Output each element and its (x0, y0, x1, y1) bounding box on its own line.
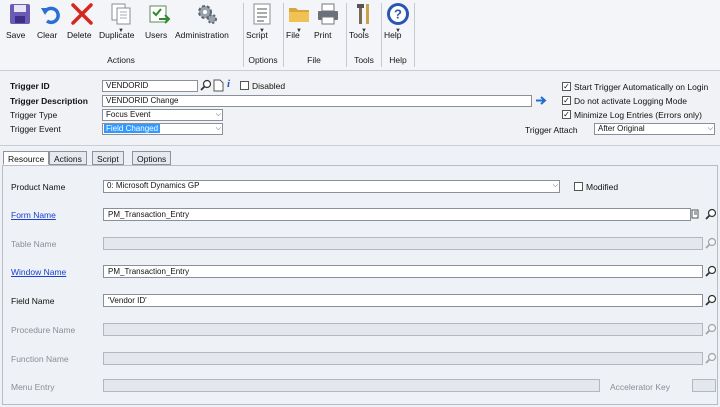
print-button[interactable]: Print (314, 2, 342, 40)
ribbon-toolbar: Save Clear Delete Duplicate ▼ Users Admi… (0, 0, 720, 71)
lookup-icon[interactable] (704, 294, 718, 307)
start-trigger-label: Start Trigger Automatically on Login (574, 82, 709, 92)
arrow-right-icon[interactable] (535, 94, 547, 107)
delete-icon (70, 2, 94, 26)
trigger-type-label: Trigger Type (10, 110, 58, 120)
duplicate-icon (109, 2, 133, 26)
table-name-field (103, 237, 703, 250)
group-separator (414, 3, 415, 67)
folder-icon (287, 2, 311, 26)
trigger-description-field[interactable]: VENDORID Change (102, 95, 532, 107)
trigger-header: Trigger ID VENDORID i Disabled Trigger D… (0, 72, 720, 146)
tools-icon (352, 2, 376, 26)
trigger-id-label: Trigger ID (10, 81, 50, 91)
product-name-value: 0: Microsoft Dynamics GP (107, 181, 200, 190)
save-button[interactable]: Save (6, 2, 34, 40)
clear-button[interactable]: Clear (37, 2, 65, 40)
expand-icon[interactable] (691, 208, 705, 221)
table-name-label: Table Name (11, 239, 57, 249)
chevron-down-icon: ⌵ (552, 182, 558, 189)
script-button[interactable]: Script ▼ (246, 2, 278, 40)
trigger-event-dropdown[interactable]: Field Changed ⌵ (102, 123, 223, 135)
chevron-down-icon: ⌵ (215, 111, 221, 118)
window-name-link[interactable]: Window Name (11, 267, 66, 277)
form-name-link[interactable]: Form Name (11, 210, 56, 220)
help-button[interactable]: ? Help ▼ (384, 2, 412, 40)
product-name-dropdown[interactable]: 0: Microsoft Dynamics GP ⌵ (103, 180, 560, 193)
field-name-field[interactable]: 'Vendor ID' (103, 294, 703, 307)
trigger-attach-dropdown[interactable]: After Original ⌵ (594, 123, 715, 135)
svg-text:?: ? (394, 7, 402, 22)
group-label-actions: Actions (107, 55, 135, 65)
window-name-field[interactable]: PM_Transaction_Entry (103, 265, 703, 278)
trigger-type-dropdown[interactable]: Focus Event ⌵ (102, 109, 223, 121)
trigger-attach-value: After Original (598, 124, 645, 133)
minimize-log-checkbox[interactable]: ✓ (562, 110, 571, 119)
file-button[interactable]: File ▼ (286, 2, 312, 40)
group-label-help: Help (389, 55, 407, 65)
trigger-event-value: Field Changed (104, 124, 161, 133)
lookup-icon[interactable] (200, 79, 212, 92)
users-button[interactable]: Users (145, 2, 173, 40)
tools-button[interactable]: Tools ▼ (349, 2, 379, 40)
group-label-file: File (307, 55, 321, 65)
trigger-event-label: Trigger Event (10, 124, 61, 134)
lookup-icon (704, 323, 718, 336)
procedure-name-field (103, 323, 703, 336)
group-label-options: Options (248, 55, 278, 65)
administration-button[interactable]: Administration (175, 2, 239, 40)
function-name-field (103, 352, 703, 365)
script-icon (250, 2, 274, 26)
menu-entry-field (103, 379, 600, 392)
no-logging-checkbox[interactable]: ✓ (562, 96, 571, 105)
product-name-label: Product Name (11, 182, 66, 192)
undo-icon (39, 2, 63, 26)
lookup-icon (704, 352, 718, 365)
new-document-icon[interactable] (213, 79, 224, 92)
delete-button[interactable]: Delete (67, 2, 97, 40)
modified-checkbox[interactable] (574, 182, 583, 191)
tab-options[interactable]: Options (132, 151, 172, 165)
trigger-type-value: Focus Event (106, 110, 151, 119)
help-icon: ? (386, 2, 410, 26)
minimize-log-label: Minimize Log Entries (Errors only) (574, 110, 703, 120)
no-logging-label: Do not activate Logging Mode (574, 96, 687, 106)
chevron-down-icon: ⌵ (215, 125, 221, 132)
users-icon (147, 2, 171, 26)
save-icon (8, 2, 32, 26)
trigger-description-label: Trigger Description (10, 96, 88, 106)
lookup-icon[interactable] (704, 265, 718, 278)
chevron-down-icon: ⌵ (707, 125, 713, 132)
tab-actions[interactable]: Actions (49, 151, 87, 165)
trigger-id-field[interactable]: VENDORID (102, 80, 198, 92)
menu-entry-label: Menu Entry (11, 382, 55, 392)
info-icon[interactable]: i (227, 78, 230, 90)
disabled-checkbox[interactable] (240, 81, 249, 90)
lookup-icon (704, 237, 718, 250)
duplicate-button[interactable]: Duplicate ▼ (99, 2, 143, 40)
trigger-attach-label: Trigger Attach (525, 125, 578, 135)
gears-icon (195, 2, 219, 26)
accelerator-key-field (692, 379, 716, 392)
tab-resource[interactable]: Resource (3, 151, 50, 165)
lookup-icon[interactable] (704, 208, 718, 221)
group-label-tools: Tools (354, 55, 374, 65)
function-name-label: Function Name (11, 354, 69, 364)
accelerator-key-label: Accelerator Key (610, 382, 670, 392)
modified-label: Modified (586, 182, 619, 192)
group-separator (346, 3, 347, 67)
printer-icon (316, 2, 340, 26)
resource-panel: Product Name 0: Microsoft Dynamics GP ⌵ … (2, 165, 718, 405)
disabled-label: Disabled (252, 81, 286, 91)
form-name-field[interactable]: PM_Transaction_Entry (103, 208, 691, 221)
start-trigger-checkbox[interactable]: ✓ (562, 82, 571, 91)
field-name-label: Field Name (11, 296, 55, 306)
tab-script[interactable]: Script (92, 151, 124, 165)
procedure-name-label: Procedure Name (11, 325, 76, 335)
